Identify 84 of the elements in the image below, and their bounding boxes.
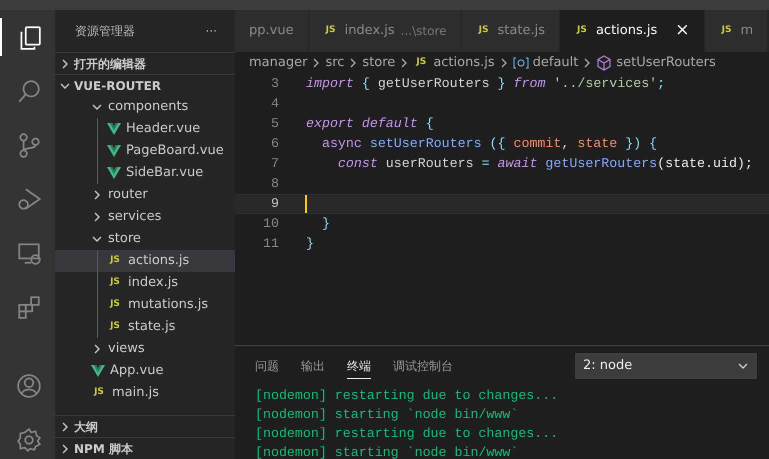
panel-tab[interactable]: 终端 <box>347 354 371 378</box>
code-line: const userRouters = await getUserRouters(state.uid); <box>336 155 753 173</box>
chevron-right-icon <box>348 58 358 68</box>
breadcrumb-item[interactable]: src <box>325 53 344 73</box>
breadcrumb-item[interactable]: store <box>362 53 396 73</box>
line-number: 5 <box>270 115 279 134</box>
editor-tab[interactable]: JS m <box>704 10 768 52</box>
js-file-icon: JS <box>107 254 123 268</box>
code-line: async setUserRouters ({ commit, state }) { <box>320 135 658 153</box>
vue-file-icon <box>107 145 121 157</box>
account-icon[interactable] <box>16 373 42 399</box>
line-number: 8 <box>270 175 279 194</box>
editor-tab[interactable]: JS actions.js × <box>560 10 705 52</box>
line-number: 4 <box>270 95 279 114</box>
js-file-icon: JS <box>718 24 735 38</box>
js-file-icon: JS <box>322 24 339 38</box>
panel-tab[interactable]: 问题 <box>255 354 279 378</box>
breadcrumb-item[interactable]: actions.js <box>433 53 495 73</box>
code-line: import { getUserRouters } from '../services'; <box>306 75 666 93</box>
section-header[interactable]: NPM 脚本 <box>55 437 235 459</box>
search-icon[interactable] <box>16 78 42 104</box>
panel-tab[interactable]: 调试控制台 <box>393 354 453 378</box>
js-file-icon: JS <box>476 24 492 38</box>
chevron-right-icon <box>498 58 509 68</box>
cube-icon <box>596 55 612 71</box>
terminal-line: [nodemon] restarting due to changes... <box>255 425 560 443</box>
breadcrumb-item[interactable]: manager <box>249 53 308 73</box>
js-file-icon: JS <box>107 276 123 290</box>
terminal-line: [nodemon] restarting due to changes... <box>255 387 560 405</box>
file-item[interactable]: JS index.js <box>55 272 235 294</box>
explorer-title: 资源管理器 <box>75 23 135 40</box>
terminal-line: [nodemon] starting `node bin/www` <box>255 406 520 424</box>
panel-tab[interactable]: 输出 <box>301 354 325 378</box>
js-file-icon: JS <box>574 24 590 38</box>
folder-item[interactable]: views <box>55 338 235 360</box>
editor-tab[interactable]: JS state.js <box>462 10 560 52</box>
chevron-right-icon <box>311 58 322 68</box>
line-number: 7 <box>270 155 279 174</box>
section-header[interactable]: 大纲 <box>55 415 235 437</box>
line-number: 3 <box>270 75 279 94</box>
more-actions-button[interactable]: ··· <box>206 22 217 40</box>
variable-icon <box>512 56 529 70</box>
settings-icon[interactable] <box>16 427 42 453</box>
file-item[interactable]: App.vue <box>55 360 235 382</box>
tab-description: ...\store <box>400 23 447 40</box>
editor-tab[interactable]: JS index.js ...\store <box>308 10 462 52</box>
line-number: 10 <box>262 215 279 234</box>
file-item[interactable]: Header.vue <box>55 118 235 140</box>
folder-item[interactable]: store <box>55 228 235 250</box>
js-file-icon: JS <box>413 56 430 70</box>
file-item[interactable]: JS mutations.js <box>55 294 235 316</box>
line-number: 9 <box>270 195 279 214</box>
js-file-icon: JS <box>107 320 123 334</box>
breadcrumb-item[interactable]: setUserRouters <box>616 53 716 73</box>
file-item[interactable]: JS actions.js <box>55 250 235 272</box>
text-cursor <box>305 195 307 213</box>
js-file-icon: JS <box>107 298 123 312</box>
chevron-right-icon <box>582 58 592 68</box>
run-debug-icon[interactable] <box>16 186 42 212</box>
section-header[interactable]: 打开的编辑器 <box>55 52 235 74</box>
js-file-icon: JS <box>91 386 107 400</box>
terminal-line: [nodemon] starting `node bin/www` <box>255 444 520 459</box>
close-icon[interactable]: × <box>675 18 690 44</box>
code-line: export default { <box>306 115 434 133</box>
extensions-icon[interactable] <box>16 294 42 320</box>
file-item[interactable]: JS main.js <box>55 382 235 404</box>
section-header[interactable]: VUE-ROUTER <box>55 74 235 96</box>
line-number: 11 <box>262 235 279 254</box>
folder-item[interactable]: services <box>55 206 235 228</box>
editor-tab[interactable]: pp.vue <box>235 10 309 52</box>
folder-item[interactable]: components <box>55 96 235 118</box>
line-number: 6 <box>270 135 279 154</box>
chevron-right-icon <box>399 58 410 68</box>
file-item[interactable]: PageBoard.vue <box>55 140 235 162</box>
terminal-dropdown[interactable]: 2: node <box>575 353 757 379</box>
vue-file-icon <box>107 123 121 135</box>
vue-file-icon <box>91 365 105 377</box>
file-item[interactable]: SideBar.vue <box>55 162 235 184</box>
code-line: } <box>306 235 314 253</box>
vue-file-icon <box>107 167 121 179</box>
folder-item[interactable]: router <box>55 184 235 206</box>
file-item[interactable]: JS state.js <box>55 316 235 338</box>
code-line: } <box>320 215 330 233</box>
breadcrumb-item[interactable]: default <box>532 53 578 73</box>
